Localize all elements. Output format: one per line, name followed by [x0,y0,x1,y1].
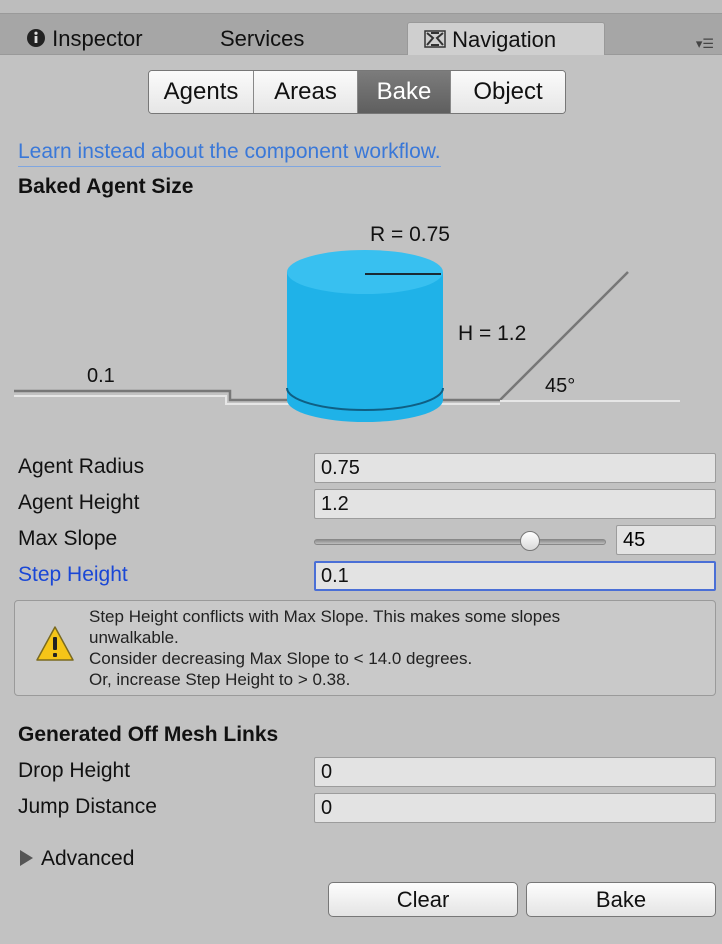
tab-inspector-label: Inspector [52,26,143,51]
baked-agent-size-heading: Baked Agent Size [18,175,194,198]
segment-agents[interactable]: Agents [149,71,254,113]
tab-bar-top-edge [0,0,722,14]
tab-navigation[interactable]: Navigation [407,22,605,55]
warning-line: Or, increase Step Height to > 0.38. [89,670,351,689]
max-slope-label: Max Slope [18,527,118,550]
warning-icon [35,625,75,668]
advanced-foldout[interactable]: Advanced [20,847,134,871]
step-height-warning-box: Step Height conflicts with Max Slope. Th… [14,600,716,696]
tab-services-label: Services [220,26,305,51]
warning-message: Step Height conflicts with Max Slope. Th… [89,606,699,690]
agent-radius-label: Agent Radius [18,455,145,478]
max-slope-slider-thumb[interactable] [520,531,541,551]
height-label: H = 1.2 [458,322,526,345]
step-height-label: 0.1 [87,365,115,387]
slope-angle-label: 45° [545,375,575,397]
component-workflow-link[interactable]: Learn instead about the component workfl… [18,140,441,167]
advanced-label: Advanced [41,847,135,870]
max-slope-field[interactable]: 45 [616,525,716,555]
tab-inspector[interactable]: Inspector [26,22,176,55]
foldout-arrow-icon [20,850,33,866]
segment-areas[interactable]: Areas [254,71,358,113]
jump-distance-label: Jump Distance [18,795,157,818]
off-mesh-links-heading: Generated Off Mesh Links [18,723,279,746]
drop-height-field[interactable]: 0 [314,757,716,787]
tab-services[interactable]: Services [220,22,340,55]
radius-label: R = 0.75 [370,223,450,246]
step-height-field[interactable]: 0.1 [314,561,716,591]
segment-object[interactable]: Object [451,71,565,113]
window-tab-bar: Inspector Services Navigation ▾☰ [0,0,722,55]
agent-height-label: Agent Height [18,491,140,514]
tab-menu-icon[interactable]: ▾☰ [696,36,714,52]
warning-line: Step Height conflicts with Max Slope. Th… [89,607,561,626]
info-icon [26,24,46,57]
warning-line: Consider decreasing Max Slope to < 14.0 … [89,649,473,668]
step-height-field-label: Step Height [18,563,128,586]
segment-bake[interactable]: Bake [358,71,451,113]
warning-line: unwalkable. [89,628,179,647]
agent-cylinder [286,250,444,422]
clear-button[interactable]: Clear [328,882,518,917]
agent-radius-field[interactable]: 0.75 [314,453,716,483]
agent-size-diagram: R = 0.75 H = 1.2 0.1 45° [14,223,680,422]
agent-height-field[interactable]: 1.2 [314,489,716,519]
jump-distance-field[interactable]: 0 [314,793,716,823]
bake-button[interactable]: Bake [526,882,716,917]
navigation-mode-selector: Agents Areas Bake Object [148,70,566,114]
tab-navigation-label: Navigation [452,27,557,52]
max-slope-slider[interactable] [314,539,606,545]
navigation-icon [424,25,446,58]
drop-height-label: Drop Height [18,759,131,782]
